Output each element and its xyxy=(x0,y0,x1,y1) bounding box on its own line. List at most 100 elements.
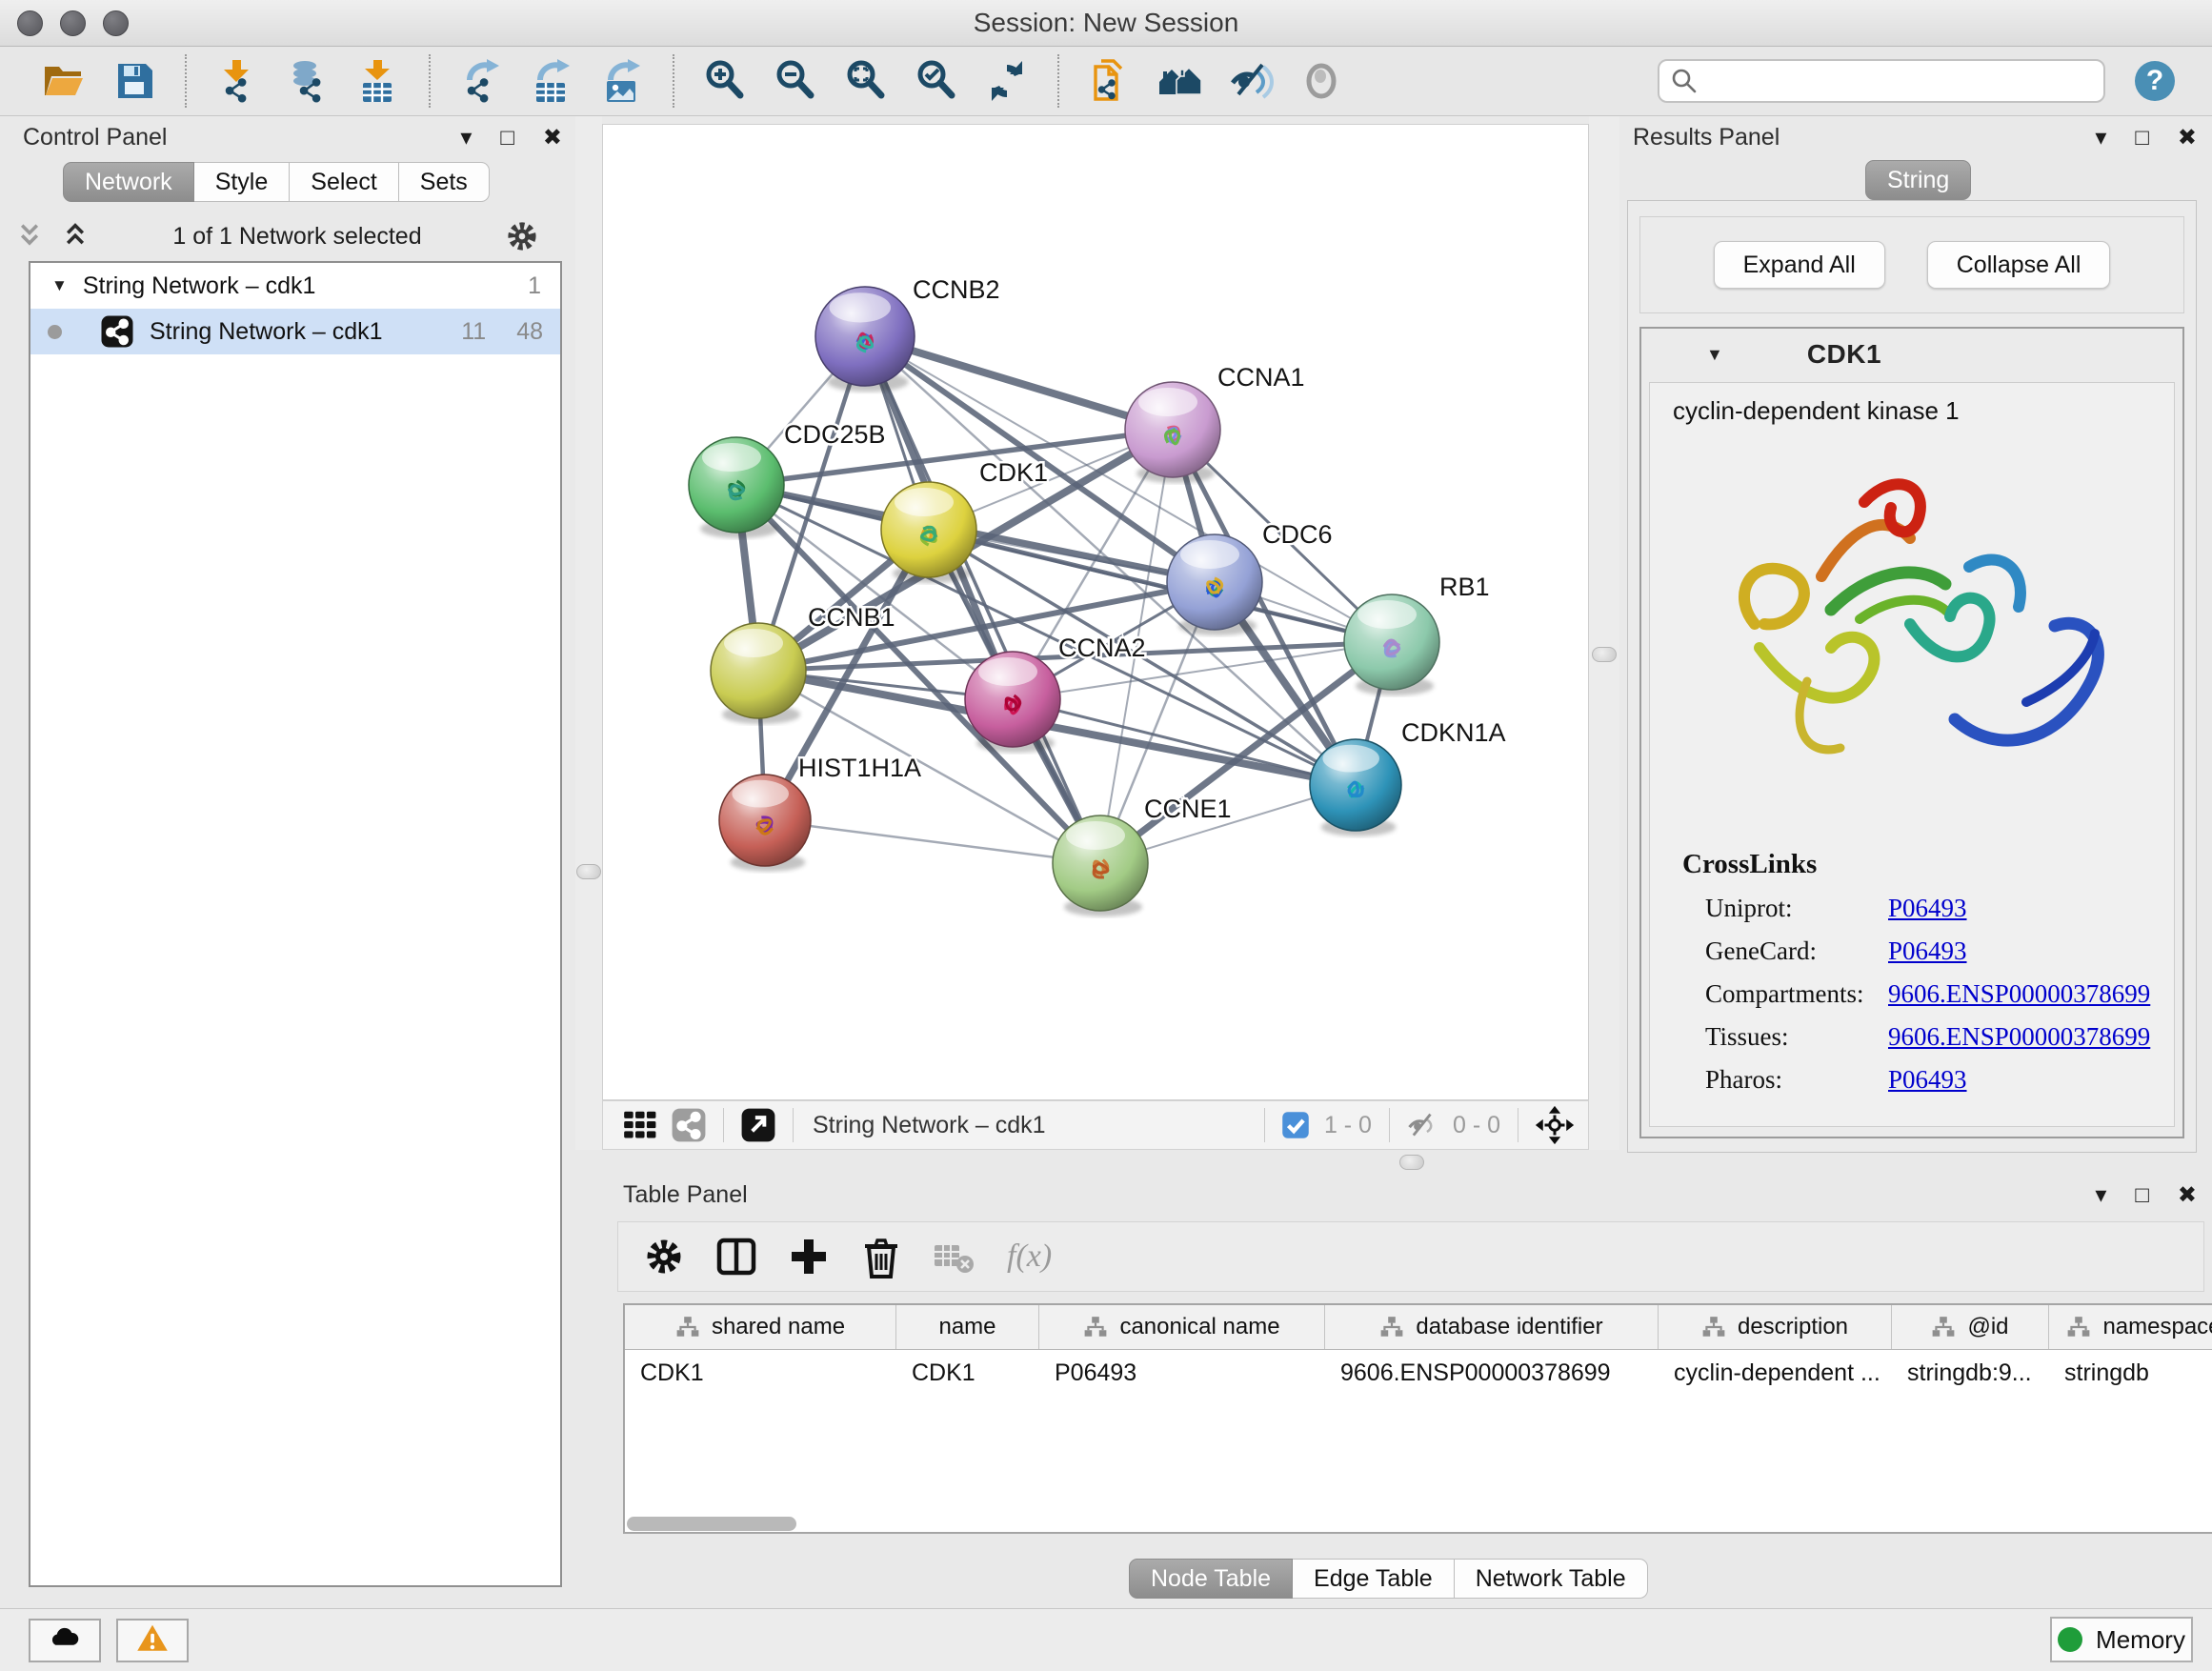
edge-CCNB2-CCNE1[interactable] xyxy=(865,336,1100,863)
show-columns-icon[interactable] xyxy=(714,1234,759,1279)
edge-HIST1H1A-CCNE1[interactable] xyxy=(765,820,1100,863)
table-settings-gear-icon[interactable] xyxy=(641,1234,687,1279)
node-HIST1H1A[interactable] xyxy=(719,775,811,866)
zoom-selected-icon[interactable] xyxy=(912,56,961,106)
tab-node-table[interactable]: Node Table xyxy=(1129,1559,1293,1599)
panel-close-icon[interactable]: ✖ xyxy=(2178,127,2197,150)
tab-edge-table[interactable]: Edge Table xyxy=(1293,1559,1455,1599)
panel-float-icon[interactable]: □ xyxy=(2135,1184,2149,1207)
node-CDKN1A[interactable] xyxy=(1310,739,1401,831)
node-CCNB1[interactable] xyxy=(711,623,806,718)
delete-column-icon[interactable] xyxy=(858,1234,904,1279)
node-CDK1[interactable] xyxy=(881,482,976,577)
tree-expander-icon[interactable]: ▼ xyxy=(51,276,68,295)
clone-network-icon[interactable] xyxy=(1085,56,1135,106)
export-table-icon[interactable] xyxy=(527,56,576,106)
cell[interactable]: stringdb:9... xyxy=(1892,1359,2049,1387)
collapse-all-icon[interactable] xyxy=(13,220,46,252)
birdseye-grid-icon[interactable] xyxy=(621,1107,657,1143)
horizontal-splitter-handle[interactable] xyxy=(1399,1155,1424,1170)
gene-expander-icon[interactable]: ▼ xyxy=(1706,345,1723,365)
cell[interactable]: CDK1 xyxy=(625,1359,896,1387)
zoom-fit-icon[interactable] xyxy=(841,56,891,106)
left-splitter-handle[interactable] xyxy=(576,864,601,879)
hide-selection-icon[interactable] xyxy=(1226,56,1276,106)
crosslink-link[interactable]: P06493 xyxy=(1888,936,1967,966)
import-network-icon[interactable] xyxy=(212,56,262,106)
panel-close-icon[interactable]: ✖ xyxy=(2178,1184,2197,1207)
column-header-description[interactable]: description xyxy=(1659,1305,1892,1349)
gear-icon[interactable] xyxy=(503,217,541,255)
gene-header[interactable]: ▼ CDK1 xyxy=(1641,329,2182,380)
network-selection-status-row: 1 of 1 Network selected xyxy=(0,215,575,257)
column-header-canonical-name[interactable]: canonical name xyxy=(1039,1305,1325,1349)
cell[interactable]: cyclin-dependent ... xyxy=(1659,1359,1892,1387)
panel-float-icon[interactable]: □ xyxy=(500,127,514,150)
node-RB1[interactable] xyxy=(1344,594,1439,690)
crosslink-link[interactable]: 9606.ENSP00000378699 xyxy=(1888,979,2150,1009)
panel-menu-icon[interactable]: ▾ xyxy=(2095,1184,2106,1207)
panel-menu-icon[interactable]: ▾ xyxy=(460,127,472,150)
crosslink-link[interactable]: P06493 xyxy=(1888,894,1967,923)
table-horizontal-scrollbar[interactable] xyxy=(627,1517,913,1533)
node-CDC25B[interactable] xyxy=(689,437,784,533)
toolbar-separator xyxy=(429,54,431,108)
import-table-icon[interactable] xyxy=(353,56,403,106)
left-splitter[interactable] xyxy=(575,116,602,1150)
tab-sets[interactable]: Sets xyxy=(399,162,490,202)
tab-select[interactable]: Select xyxy=(290,162,398,202)
expand-all-button[interactable]: Expand All xyxy=(1714,241,1885,289)
zoom-out-icon[interactable] xyxy=(771,56,820,106)
detach-view-icon[interactable] xyxy=(740,1107,776,1143)
cell[interactable]: CDK1 xyxy=(896,1359,1039,1387)
column-header-database-identifier[interactable]: database identifier xyxy=(1325,1305,1659,1349)
cloud-button[interactable] xyxy=(29,1619,101,1662)
network-row[interactable]: String Network – cdk1 11 48 xyxy=(30,309,560,354)
node-CCNE1[interactable] xyxy=(1053,815,1148,911)
collapse-all-button[interactable]: Collapse All xyxy=(1927,241,2111,289)
save-session-icon[interactable] xyxy=(110,56,159,106)
tab-style[interactable]: Style xyxy=(194,162,291,202)
cell[interactable]: 9606.ENSP00000378699 xyxy=(1325,1359,1659,1387)
help-icon[interactable]: ? xyxy=(2130,56,2180,106)
panel-close-icon[interactable]: ✖ xyxy=(543,127,562,150)
panel-menu-icon[interactable]: ▾ xyxy=(2095,127,2106,150)
network-collection-row[interactable]: ▼ String Network – cdk1 1 xyxy=(30,263,560,309)
warnings-button[interactable] xyxy=(116,1619,189,1662)
open-session-icon[interactable] xyxy=(39,56,89,106)
crosslink-link[interactable]: P06493 xyxy=(1888,1065,1967,1095)
node-CCNA1[interactable] xyxy=(1125,382,1220,477)
tab-network[interactable]: Network xyxy=(63,162,194,202)
cell[interactable]: stringdb xyxy=(2049,1359,2212,1387)
cell[interactable]: P06493 xyxy=(1039,1359,1325,1387)
column-header-name[interactable]: name xyxy=(896,1305,1039,1349)
import-network-from-database-icon[interactable] xyxy=(283,56,332,106)
node-CDC6[interactable] xyxy=(1167,534,1262,630)
fit-content-icon[interactable] xyxy=(1535,1105,1575,1145)
apply-layout-icon[interactable] xyxy=(982,56,1032,106)
panel-float-icon[interactable]: □ xyxy=(2135,127,2149,150)
right-splitter[interactable] xyxy=(1589,116,1619,1150)
node-table[interactable]: shared namenamecanonical namedatabase id… xyxy=(623,1303,2212,1534)
zoom-in-icon[interactable] xyxy=(700,56,750,106)
node-CCNA2[interactable] xyxy=(965,652,1060,747)
crosslink-link[interactable]: 9606.ENSP00000378699 xyxy=(1888,1022,2150,1052)
table-row[interactable]: CDK1CDK1P064939606.ENSP00000378699cyclin… xyxy=(625,1350,2212,1396)
node-CCNB2[interactable] xyxy=(815,287,915,386)
tab-string[interactable]: String xyxy=(1865,160,1971,200)
export-image-icon[interactable] xyxy=(597,56,647,106)
expand-all-icon[interactable] xyxy=(59,220,91,252)
selected-items-checkbox-icon[interactable] xyxy=(1281,1111,1310,1139)
add-column-icon[interactable] xyxy=(786,1234,832,1279)
column-header-namespace[interactable]: namespace xyxy=(2049,1305,2212,1349)
search-input[interactable] xyxy=(1658,59,2105,103)
export-network-icon[interactable] xyxy=(456,56,506,106)
column-header-shared-name[interactable]: shared name xyxy=(625,1305,896,1349)
column-header--id[interactable]: @id xyxy=(1892,1305,2049,1349)
first-neighbors-icon[interactable] xyxy=(1156,56,1205,106)
right-splitter-handle[interactable] xyxy=(1592,647,1617,662)
tab-network-table[interactable]: Network Table xyxy=(1455,1559,1648,1599)
scrollbar-thumb[interactable] xyxy=(627,1517,796,1531)
memory-button[interactable]: Memory xyxy=(2050,1617,2193,1662)
network-view-canvas[interactable]: CCNB2CCNA1CDC25BCDK1CDC6RB1CCNB1CCNA2CDK… xyxy=(602,124,1589,1100)
